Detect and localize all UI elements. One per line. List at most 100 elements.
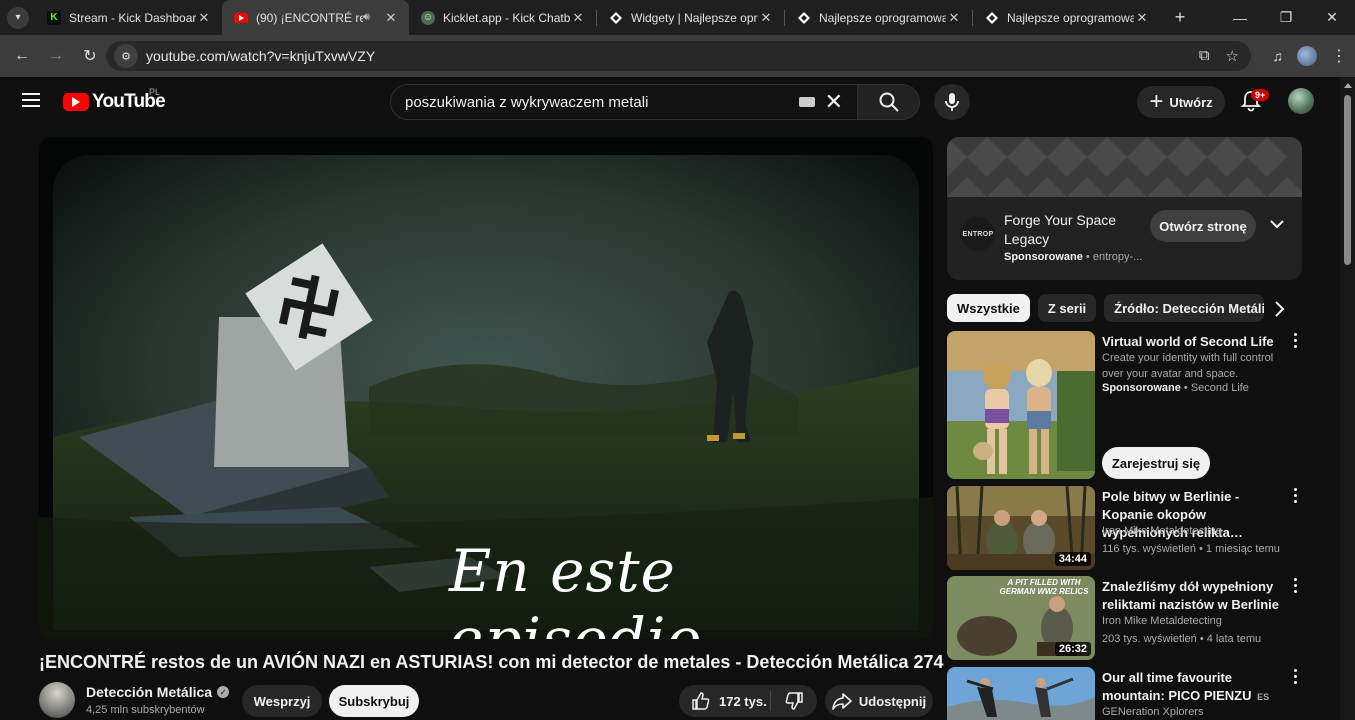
browser-menu-icon[interactable]: ⋮ bbox=[1331, 46, 1347, 66]
like-button[interactable]: 172 tys. bbox=[679, 691, 771, 711]
like-count: 172 tys. bbox=[719, 693, 767, 709]
media-control-icon[interactable]: ♫ bbox=[1273, 48, 1284, 64]
thumbnail-text: A PIT FILLED WITH GERMAN WW2 RELICS bbox=[999, 578, 1089, 596]
speaker-icon[interactable]: 🔊︎ bbox=[363, 11, 377, 24]
browser-tab-najlepsze-2[interactable]: Najlepsze oprogramowanie ✕ bbox=[973, 0, 1160, 35]
more-options-icon[interactable] bbox=[1290, 333, 1300, 351]
bookmark-star-icon[interactable]: ☆ bbox=[1226, 47, 1239, 65]
close-tab-icon[interactable]: ✕ bbox=[383, 10, 399, 26]
video-duration: 26:32 bbox=[1054, 642, 1091, 656]
sponsored-ad-card[interactable]: ENTROP Forge Your Space Legacy Sponsorow… bbox=[947, 137, 1302, 280]
restore-icon[interactable]: ❐ bbox=[1263, 0, 1309, 35]
open-site-button[interactable]: Otwórz stronę bbox=[1150, 210, 1256, 242]
support-button[interactable]: Wesprzyj bbox=[242, 685, 322, 717]
promo-title[interactable]: Virtual world of Second Life bbox=[1102, 333, 1280, 351]
video-thumbnail[interactable]: 34:44 bbox=[947, 486, 1095, 570]
browser-tab-kicklet[interactable]: ☺ Kicklet.app - Kick Chatbot ✕ bbox=[409, 0, 596, 35]
youtube-icon bbox=[234, 12, 248, 23]
more-options-icon[interactable] bbox=[1290, 488, 1300, 506]
site-info-icon[interactable]: ⚙︎ bbox=[114, 44, 138, 68]
channel-name[interactable]: Iron Mike Metaldetecting bbox=[1102, 615, 1222, 627]
chevron-down-icon[interactable] bbox=[1269, 218, 1285, 230]
close-tab-icon[interactable]: ✕ bbox=[758, 10, 774, 26]
promo-description: Create your identity with full control o… bbox=[1102, 352, 1274, 380]
video-meta: 116 tys. wyświetleń • 1 miesiąc temu bbox=[1102, 543, 1280, 555]
notifications-badge: 9+ bbox=[1251, 89, 1270, 101]
close-window-icon[interactable]: ✕ bbox=[1309, 0, 1355, 35]
video-title[interactable]: Our all time favourite mountain: PICO PI… bbox=[1102, 669, 1280, 706]
video-player[interactable]: En este episodio. bbox=[39, 137, 933, 639]
channel-avatar[interactable] bbox=[39, 682, 75, 718]
close-tab-icon[interactable]: ✕ bbox=[570, 10, 586, 26]
tab-title: Kicklet.app - Kick Chatbot bbox=[443, 10, 570, 25]
video-overlay-caption: En este episodio. bbox=[449, 537, 721, 639]
close-tab-icon[interactable]: ✕ bbox=[1134, 10, 1150, 26]
browser-tab-youtube[interactable]: (90) ¡ENCONTRÉ restos de un AVIÓN NAZI e… bbox=[222, 0, 409, 35]
window-controls: — ❐ ✕ bbox=[1217, 0, 1355, 35]
create-label: Utwórz bbox=[1169, 94, 1213, 110]
tab-title: Najlepsze oprogramowanie bbox=[819, 10, 946, 25]
more-options-icon[interactable] bbox=[1290, 578, 1300, 596]
dislike-button[interactable] bbox=[771, 691, 817, 711]
install-app-icon[interactable]: ⧉ bbox=[1199, 47, 1210, 65]
address-bar[interactable]: ⚙︎ youtube.com/watch?v=knjuTxvwVZY ⧉ ☆ bbox=[106, 41, 1251, 71]
channel-name[interactable]: Iron Mike Metaldetecting bbox=[1102, 525, 1222, 537]
browser-tab-najlepsze-1[interactable]: Najlepsze oprogramowanie ✕ bbox=[785, 0, 972, 35]
video-title-text[interactable]: Our all time favourite mountain: PICO PI… bbox=[1102, 670, 1252, 703]
reload-icon[interactable]: ↻ bbox=[74, 46, 106, 66]
more-options-icon[interactable] bbox=[1290, 669, 1300, 687]
url-text[interactable]: youtube.com/watch?v=knjuTxvwVZY bbox=[146, 48, 375, 64]
diamond-icon bbox=[985, 11, 999, 25]
keyboard-icon[interactable] bbox=[798, 97, 815, 107]
forward-arrow-icon[interactable]: → bbox=[40, 47, 72, 65]
video-thumbnail[interactable]: A PIT FILLED WITH GERMAN WW2 RELICS 26:3… bbox=[947, 576, 1095, 660]
country-code: PL bbox=[149, 87, 161, 97]
search-icon bbox=[879, 92, 899, 112]
ad-title[interactable]: Forge Your Space Legacy bbox=[1004, 211, 1144, 249]
omnibox-actions: ⧉ ☆ bbox=[1199, 47, 1239, 65]
channel-name[interactable]: Detección Metálica ✓ bbox=[86, 684, 230, 700]
promo-meta: Sponsorowane • Second Life bbox=[1102, 382, 1249, 394]
scrollbar-thumb[interactable] bbox=[1344, 95, 1351, 265]
channel-name[interactable]: GENeration Xplorers bbox=[1102, 706, 1204, 718]
chip-all[interactable]: Wszystkie bbox=[947, 294, 1030, 322]
chip-from-series[interactable]: Z serii bbox=[1037, 294, 1097, 322]
voice-search-button[interactable] bbox=[934, 84, 970, 120]
promo-thumbnail[interactable] bbox=[947, 331, 1095, 479]
new-tab-button[interactable]: + bbox=[1166, 7, 1194, 28]
advertiser-logo[interactable]: ENTROP bbox=[961, 217, 995, 251]
page-scrollbar[interactable] bbox=[1340, 77, 1355, 720]
like-dislike-group: 172 tys. bbox=[679, 685, 817, 717]
video-thumbnail[interactable] bbox=[947, 667, 1095, 720]
share-button[interactable]: Udostępnij bbox=[825, 685, 933, 717]
hamburger-menu-icon[interactable] bbox=[22, 93, 40, 111]
video-title[interactable]: Znaleźliśmy dół wypełniony reliktami naz… bbox=[1102, 578, 1280, 614]
promoted-recommendation[interactable]: Virtual world of Second Life Create your… bbox=[947, 331, 1339, 481]
chip-from-channel[interactable]: Źródło: Detección Metálica bbox=[1104, 294, 1265, 322]
search-button[interactable] bbox=[857, 85, 919, 119]
close-tab-icon[interactable]: ✕ bbox=[946, 10, 962, 26]
minimize-icon[interactable]: — bbox=[1217, 0, 1263, 35]
channel-name-text[interactable]: Detección Metálica bbox=[86, 684, 212, 700]
chevron-right-icon[interactable] bbox=[1272, 300, 1286, 318]
create-button[interactable]: + Utwórz bbox=[1137, 86, 1225, 118]
search-input[interactable]: poszukiwania z wykrywaczem metali bbox=[391, 94, 799, 111]
back-arrow-icon[interactable]: ← bbox=[6, 47, 38, 65]
close-tab-icon[interactable]: ✕ bbox=[196, 10, 212, 26]
browser-profile-avatar[interactable] bbox=[1297, 46, 1317, 66]
browser-tab-kick[interactable]: K Stream - Kick Dashboard ✕ bbox=[35, 0, 222, 35]
recommendation-item[interactable]: Our all time favourite mountain: PICO PI… bbox=[947, 667, 1339, 720]
recommendation-item[interactable]: A PIT FILLED WITH GERMAN WW2 RELICS 26:3… bbox=[947, 576, 1339, 660]
tab-search-button[interactable]: ▾ bbox=[7, 6, 29, 29]
clear-search-icon[interactable]: ✕ bbox=[825, 89, 843, 115]
subscribe-button[interactable]: Subskrybuj bbox=[329, 685, 419, 717]
scroll-up-icon[interactable] bbox=[1344, 83, 1352, 88]
recommendation-item[interactable]: 34:44 Pole bitwy w Berlinie - Kopanie ok… bbox=[947, 486, 1339, 570]
ad-meta: Sponsorowane • entropy-... bbox=[1004, 251, 1142, 263]
user-avatar[interactable] bbox=[1288, 88, 1314, 114]
youtube-logo[interactable]: YouTube PL bbox=[63, 87, 166, 113]
ad-banner-image[interactable] bbox=[947, 137, 1302, 197]
kick-icon: K bbox=[47, 10, 61, 25]
register-button[interactable]: Zarejestruj się bbox=[1102, 447, 1210, 479]
browser-tab-widgety[interactable]: Widgety | Najlepsze oprogramowanie ✕ bbox=[597, 0, 784, 35]
